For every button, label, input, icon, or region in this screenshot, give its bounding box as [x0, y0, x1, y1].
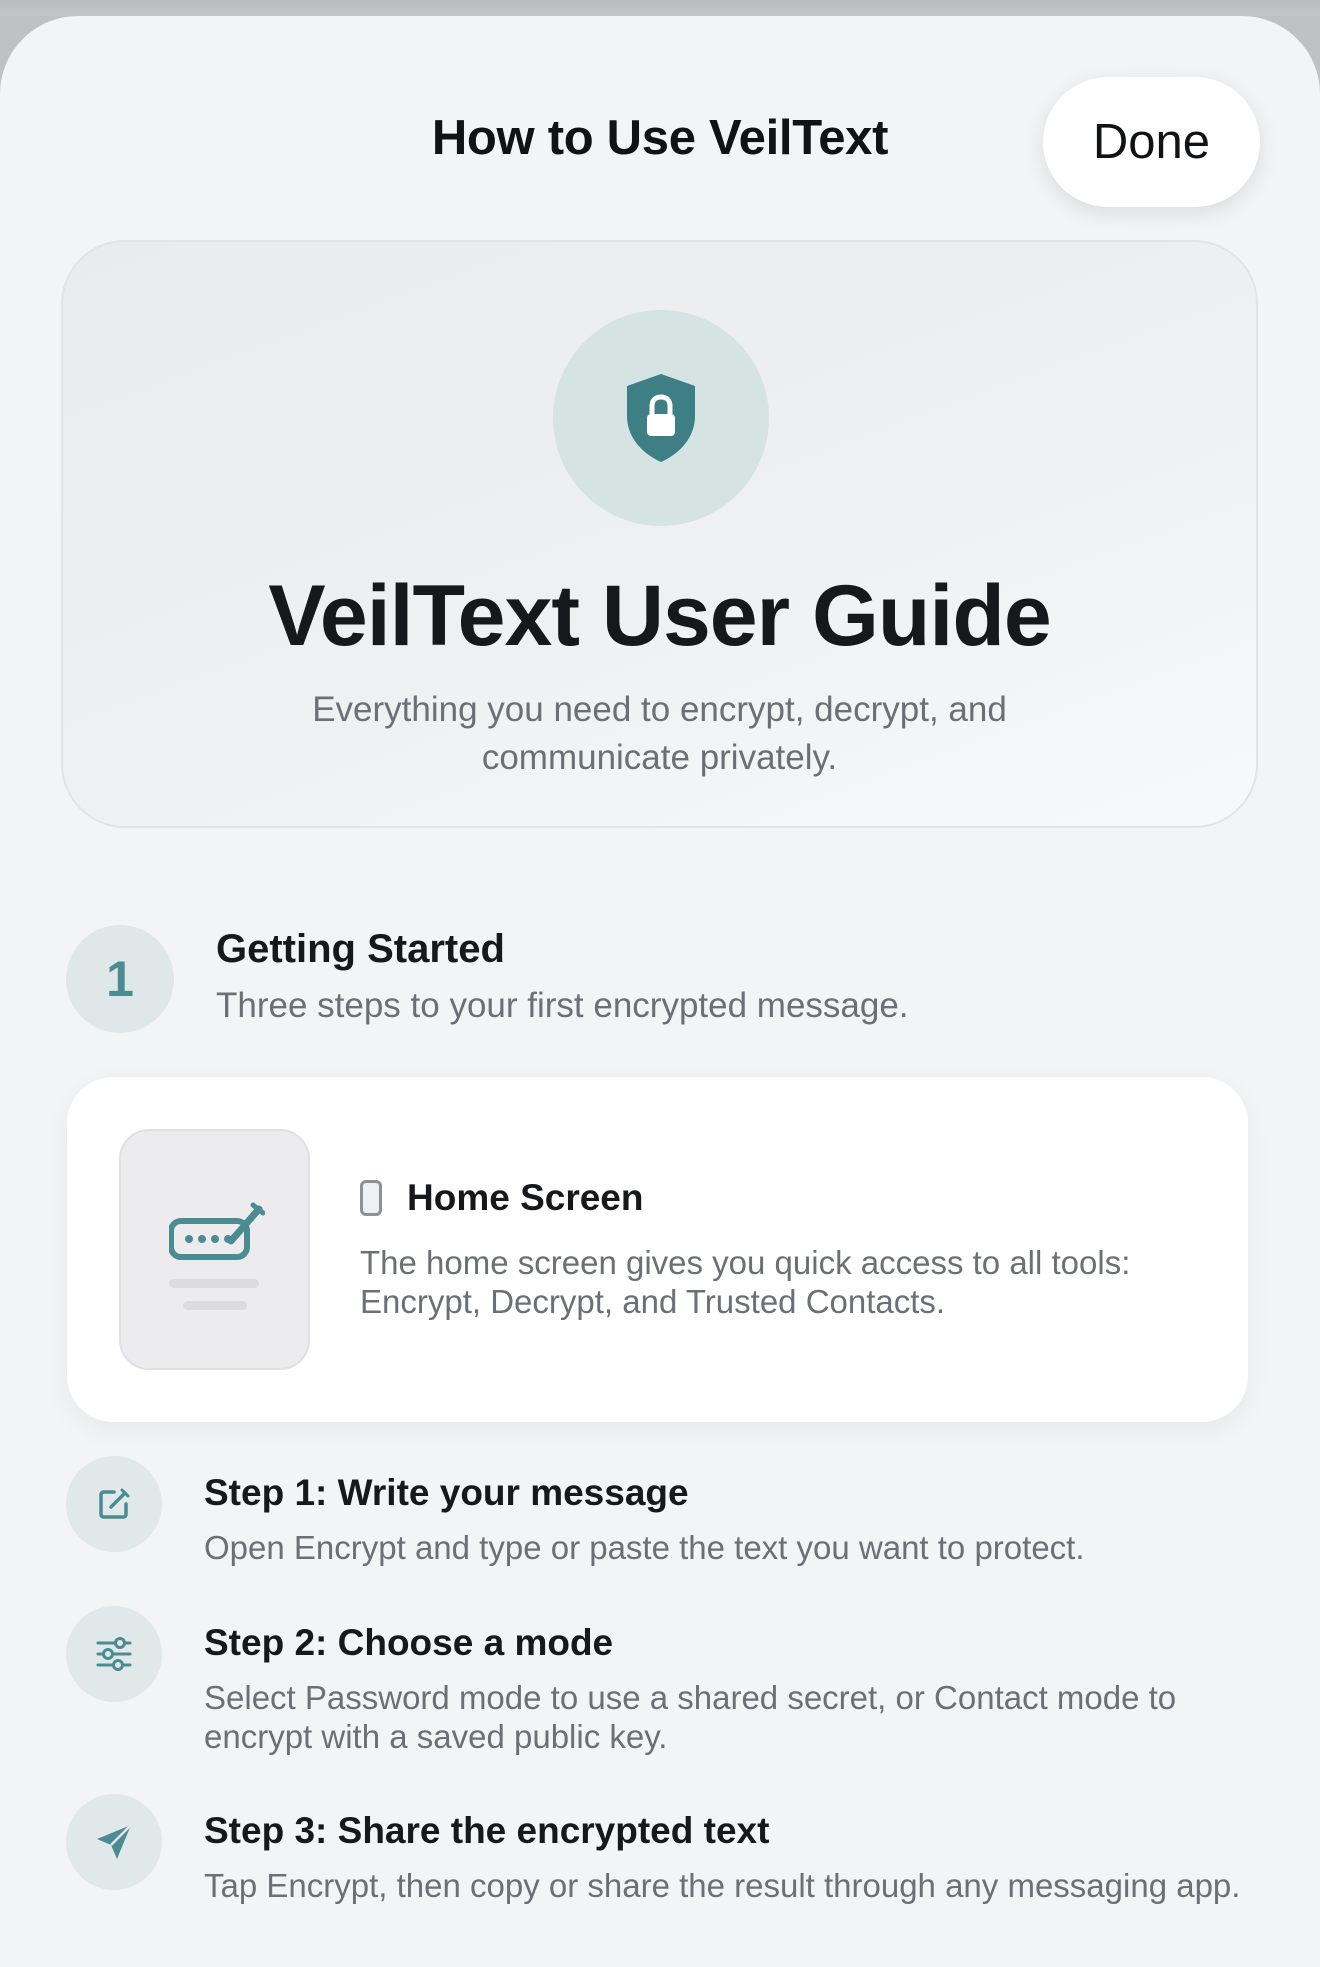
step-3-icon-badge	[66, 1794, 162, 1890]
hero-title: VeilText User Guide	[268, 568, 1051, 664]
sliders-icon	[96, 1637, 132, 1671]
done-button[interactable]: Done	[1043, 77, 1260, 207]
hero-subtitle: Everything you need to encrypt, decrypt,…	[312, 690, 1007, 777]
step-1-title: Step 1: Write your message	[204, 1472, 689, 1513]
thumbnail-line	[183, 1301, 247, 1310]
keyboard-edit-icon	[169, 1202, 265, 1260]
section-title: Getting Started	[216, 927, 505, 971]
phone-icon	[360, 1180, 382, 1216]
step-3-title: Step 3: Share the encrypted text	[204, 1810, 770, 1851]
send-icon	[97, 1824, 132, 1859]
home-screen-title: Home Screen	[407, 1177, 644, 1218]
hero-card: VeilText User Guide Everything you need …	[61, 240, 1258, 828]
thumbnail-line	[169, 1279, 259, 1288]
section-number-badge: 1	[66, 925, 174, 1033]
hero-badge	[553, 310, 769, 526]
step-1-description: Open Encrypt and type or paste the text …	[204, 1529, 1085, 1566]
home-screen-title-row: Home Screen	[360, 1177, 644, 1219]
section-subtitle: Three steps to your first encrypted mess…	[216, 986, 909, 1025]
background-window-strip	[0, 0, 1320, 16]
step-1-icon-badge	[66, 1456, 162, 1552]
lock-shield-icon	[627, 374, 695, 462]
step-2-description: Select Password mode to use a shared sec…	[204, 1679, 1177, 1755]
home-screen-thumbnail	[119, 1129, 310, 1370]
step-2-title: Step 2: Choose a mode	[204, 1622, 614, 1663]
step-2-icon-badge	[66, 1606, 162, 1702]
home-screen-description: The home screen gives you quick access t…	[360, 1244, 1131, 1320]
home-screen-card: Home Screen The home screen gives you qu…	[67, 1077, 1248, 1422]
step-3-description: Tap Encrypt, then copy or share the resu…	[204, 1867, 1241, 1904]
edit-icon	[99, 1488, 130, 1519]
guide-sheet: How to Use VeilText Done VeilText User G…	[0, 16, 1320, 1967]
